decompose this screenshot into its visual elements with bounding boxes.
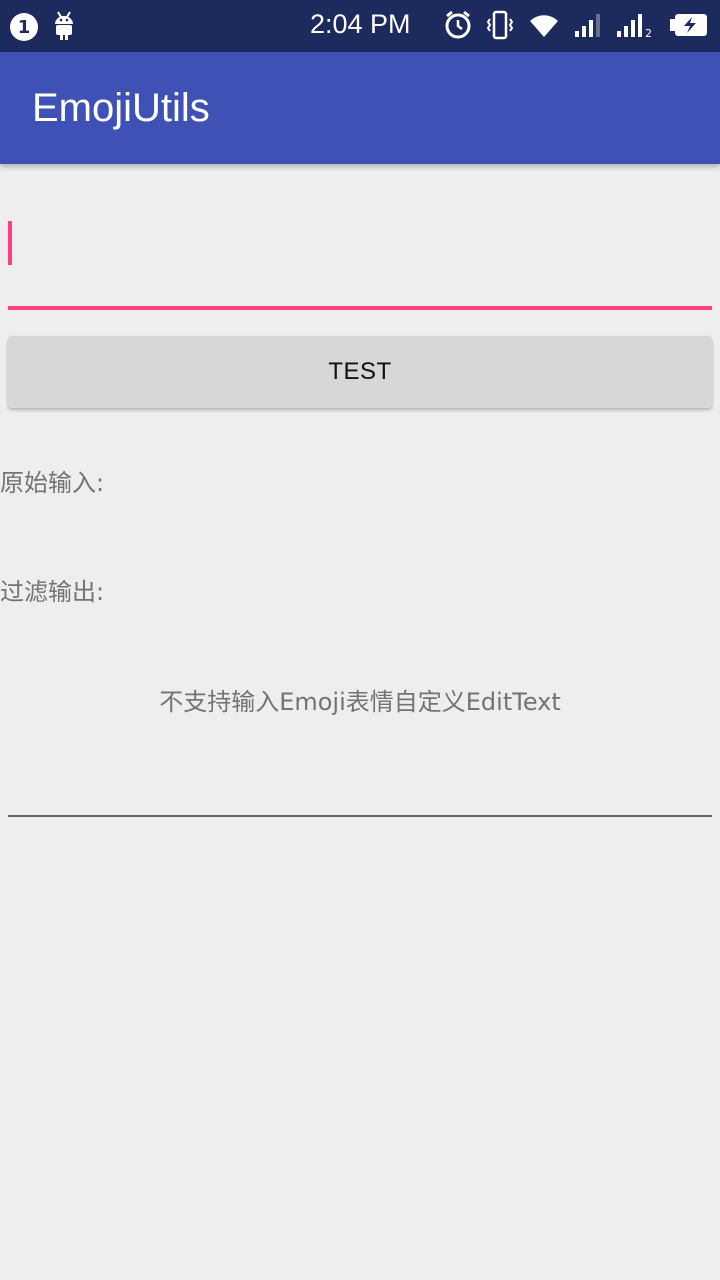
filtered-output-label: 过滤输出: (0, 578, 105, 606)
status-bar: 1 2:04 PM 2 (0, 0, 720, 52)
vibrate-icon (486, 10, 514, 44)
notification-count-icon: 1 (10, 13, 38, 41)
svg-text:2: 2 (645, 27, 652, 39)
android-icon (52, 10, 76, 44)
signal-2-icon: 2 (616, 11, 656, 43)
battery-charging-icon (670, 13, 708, 41)
raw-input-label: 原始输入: (0, 469, 105, 497)
wifi-icon (528, 11, 560, 43)
signal-icon (574, 11, 602, 43)
alarm-icon (444, 10, 472, 44)
text-cursor (8, 221, 12, 265)
no-emoji-edit-text[interactable]: 不支持输入Emoji表情自定义EditText (8, 650, 712, 817)
app-bar: EmojiUtils (0, 52, 720, 164)
edit-text-hint: 不支持输入Emoji表情自定义EditText (159, 688, 561, 716)
status-time: 2:04 PM (310, 9, 411, 39)
emoji-input-field[interactable] (8, 212, 712, 310)
test-button[interactable]: TEST (8, 336, 712, 408)
app-title: EmojiUtils (32, 86, 210, 130)
